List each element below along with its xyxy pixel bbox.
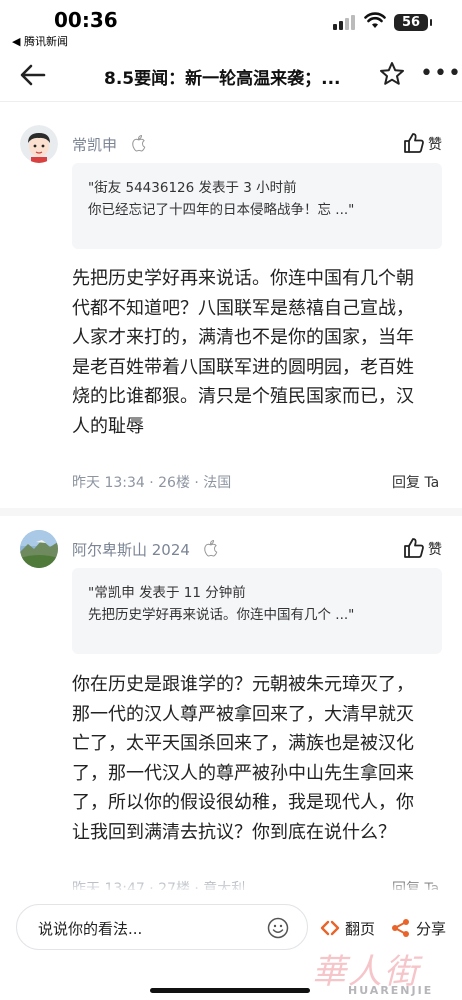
comment-input-placeholder: 说说你的看法... xyxy=(38,920,143,938)
thumbs-up-icon xyxy=(404,133,424,153)
comment-body-line: 了，那一代汉人的尊严被孙中山先生拿回来 xyxy=(72,762,414,784)
more-options-icon[interactable]: ••• xyxy=(420,63,461,85)
home-indicator xyxy=(150,988,310,993)
comment-body-line: 人家才来打的，满清也不是你的国家，当年 xyxy=(72,327,414,348)
apple-device-icon xyxy=(132,134,146,152)
battery-indicator: 56 xyxy=(394,14,432,31)
header-divider xyxy=(0,101,462,102)
emoji-icon[interactable] xyxy=(267,917,289,939)
comment-body-line: 了，所以你的假设很幼稚，我是现代人，你 xyxy=(72,792,414,813)
comment-body-line: 是老百姓带着八国联军进的圆明园，老百姓 xyxy=(72,356,414,378)
comment-body-line: 那一代的汉人尊严被拿回来了，大清早就灭 xyxy=(72,703,414,725)
like-button[interactable]: 赞 xyxy=(403,537,443,559)
comment-body-line: 代都不知道吧？八国联军是慈禧自己宣战， xyxy=(72,297,414,319)
comment-input[interactable]: 说说你的看法... xyxy=(16,904,308,950)
share-label: 分享 xyxy=(416,920,447,938)
back-to-app-link[interactable]: ◀ 腾讯新闻 xyxy=(12,33,68,49)
quoted-comment: "常凯申 发表于 11 分钟前 先把历史学好再来说话。你连中国有几个 ..." xyxy=(72,568,442,654)
thumbs-up-icon xyxy=(404,538,424,558)
comment-body: 先把历史学好再来说话。你连中国有几个朝 代都不知道吧？八国联军是慈禧自己宣战， … xyxy=(72,264,450,441)
bottom-action-bar: 说说你的看法... 翻页 分享 xyxy=(0,890,462,1000)
like-label: 赞 xyxy=(428,542,442,558)
quote-line: "街友 54436126 发表于 3 小时前 xyxy=(88,180,297,196)
wifi-icon xyxy=(364,12,386,28)
share-icon xyxy=(392,919,409,937)
like-label: 赞 xyxy=(428,137,442,153)
comment-meta: 昨天 13:34 · 26楼 · 法国 xyxy=(72,475,232,491)
comment-body-line: 让我回到满清去抗议？你到底在说什么？ xyxy=(72,821,396,843)
comment-body-line: 烧的比谁都狠。清只是个殖民国家而已，汉 xyxy=(72,386,414,407)
apple-device-icon xyxy=(204,539,218,557)
share-button[interactable]: 分享 xyxy=(391,918,451,938)
comment-body-line: 你在历史是跟谁学的？元朝被朱元璋灭了， xyxy=(72,674,414,695)
flip-page-button[interactable]: 翻页 xyxy=(320,918,380,938)
status-time: 00:36 xyxy=(54,8,118,32)
comment-body-line: 先把历史学好再来说话。你连中国有几个朝 xyxy=(72,268,414,289)
page-title: 8.5要闻：新一轮高温来袭；... xyxy=(104,69,341,89)
reply-button[interactable]: 回复 Ta xyxy=(392,472,439,492)
comment-divider xyxy=(0,508,462,516)
comment-body-line: 亡了，太平天国杀回来了，满族也是被汉化 xyxy=(72,733,414,754)
flip-page-icon xyxy=(320,920,340,936)
quote-line: 你已经忘记了十四年的日本侵略战争！忘 ..." xyxy=(88,202,355,218)
back-arrow-icon[interactable] xyxy=(18,61,48,89)
flip-page-label: 翻页 xyxy=(345,920,376,938)
nav-bar: 8.5要闻：新一轮高温来袭；... ••• xyxy=(0,50,462,100)
status-bar: 00:36 ◀ 腾讯新闻 56 xyxy=(0,0,462,50)
comment-username[interactable]: 阿尔卑斯山 2024 xyxy=(72,539,190,560)
like-button[interactable]: 赞 xyxy=(403,132,443,154)
comment-username[interactable]: 常凯申 xyxy=(72,134,117,155)
comment-body: 你在历史是跟谁学的？元朝被朱元璋灭了， 那一代的汉人尊严被拿回来了，大清早就灭 … xyxy=(72,670,450,847)
cellular-signal-icon xyxy=(333,14,357,30)
quoted-comment: "街友 54436126 发表于 3 小时前 你已经忘记了十四年的日本侵略战争！… xyxy=(72,163,442,249)
quote-line: "常凯申 发表于 11 分钟前 xyxy=(88,585,246,601)
favorite-star-icon[interactable] xyxy=(378,60,406,88)
avatar[interactable] xyxy=(20,530,58,568)
avatar[interactable] xyxy=(20,125,58,163)
quote-line: 先把历史学好再来说话。你连中国有几个 ..." xyxy=(88,607,355,623)
comment-body-line: 人的耻辱 xyxy=(72,415,144,437)
